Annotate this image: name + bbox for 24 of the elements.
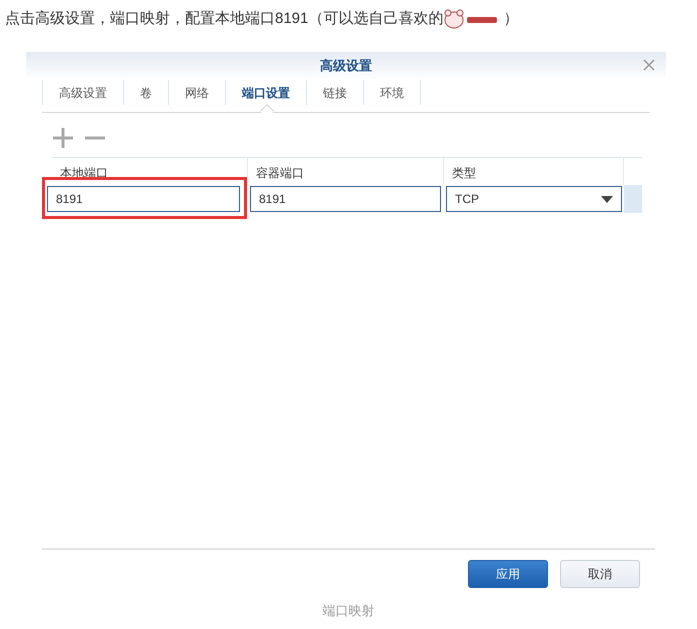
tab[interactable]: 高级设置 — [43, 80, 124, 105]
caret-icon — [601, 196, 613, 202]
intro-text: 点击高级设置，端口映射，配置本地端口8191（可以选自己喜欢的 — [5, 8, 444, 29]
close-icon — [643, 59, 655, 71]
local-port-field[interactable]: 8191 — [47, 186, 240, 212]
tab[interactable]: 端口设置 — [226, 80, 307, 105]
cancel-button[interactable]: 取消 — [560, 560, 640, 588]
column-header: 类型 — [444, 158, 624, 185]
tab[interactable]: 卷 — [124, 80, 169, 105]
dialog-title: 高级设置 — [320, 57, 372, 76]
minus-icon — [85, 136, 105, 140]
intro-end-text: ） — [503, 8, 518, 29]
tab[interactable]: 环境 — [364, 80, 421, 105]
plus-icon — [53, 128, 73, 148]
type-dropdown[interactable]: TCP — [446, 186, 622, 212]
caption: 端口映射 — [322, 602, 374, 620]
row-highlight-strip — [624, 185, 642, 213]
close-button[interactable] — [642, 58, 656, 72]
tab[interactable]: 链接 — [307, 80, 364, 105]
add-button[interactable] — [52, 127, 74, 149]
column-header: 容器端口 — [248, 158, 444, 185]
apply-button[interactable]: 应用 — [468, 560, 548, 588]
tab[interactable]: 网络 — [169, 80, 226, 105]
container-port-field[interactable]: 8191 — [250, 186, 441, 212]
